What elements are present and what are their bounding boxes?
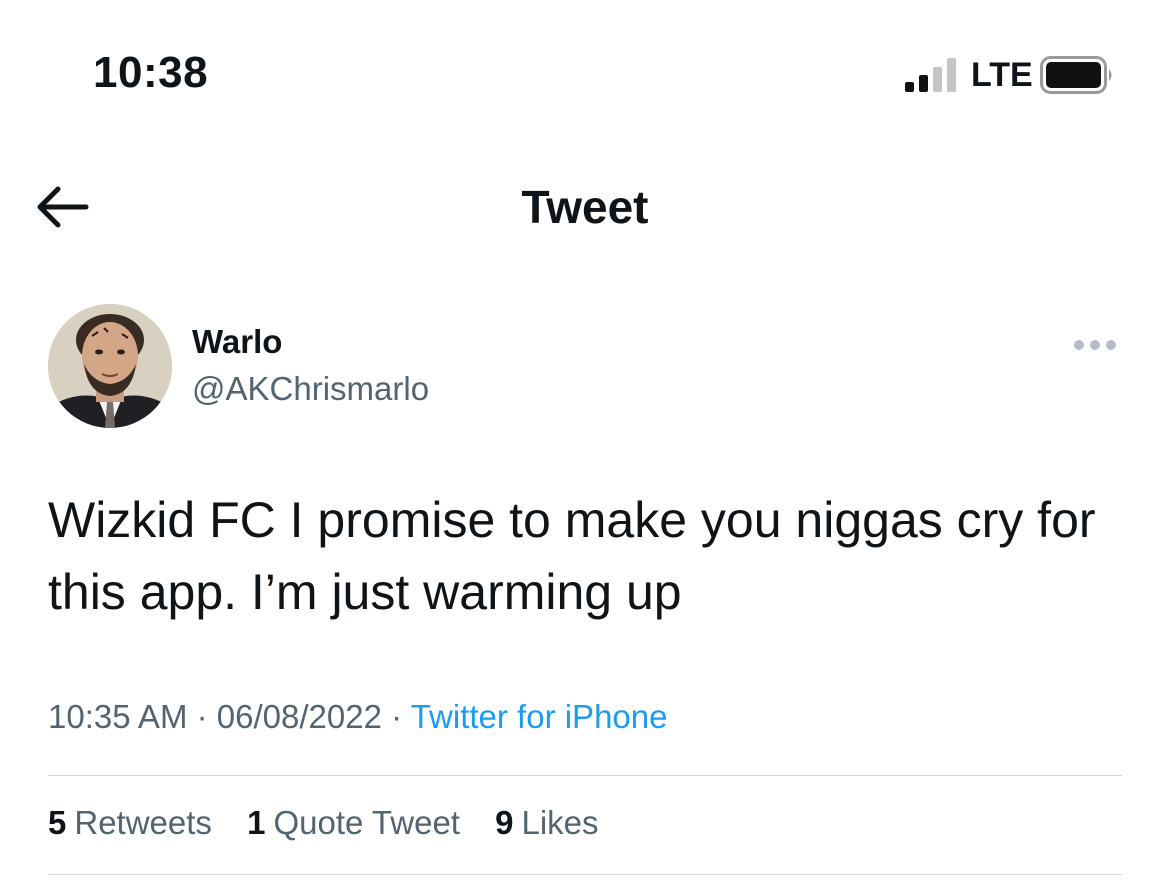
- tweet-meta: 10:35 AM · 06/08/2022 · Twitter for iPho…: [48, 698, 667, 736]
- more-options-icon[interactable]: [1070, 332, 1120, 358]
- tweet-date: 06/08/2022: [216, 698, 382, 735]
- tweet-stats: 5 Retweets 1 Quote Tweet 9 Likes: [48, 804, 625, 842]
- avatar[interactable]: [48, 304, 172, 428]
- tweet-time: 10:35 AM: [48, 698, 188, 735]
- likes-stat[interactable]: 9 Likes: [495, 804, 598, 841]
- divider: [48, 775, 1122, 776]
- retweets-count: 5: [48, 804, 67, 841]
- retweets-label: Retweets: [74, 804, 212, 841]
- signal-icon: [905, 58, 956, 92]
- battery-icon: [1040, 56, 1112, 94]
- author-display-name[interactable]: Warlo: [192, 323, 282, 361]
- meta-separator: ·: [391, 698, 403, 735]
- quotes-label: Quote Tweet: [273, 804, 460, 841]
- quote-tweets-stat[interactable]: 1 Quote Tweet: [247, 804, 460, 841]
- divider: [48, 874, 1122, 875]
- status-time: 10:38: [93, 48, 209, 97]
- retweets-stat[interactable]: 5 Retweets: [48, 804, 212, 841]
- tweet-source-link[interactable]: Twitter for iPhone: [411, 698, 668, 735]
- author-handle[interactable]: @AKChrismarlo: [192, 370, 429, 408]
- tweet-text: Wizkid FC I promise to make you niggas c…: [48, 492, 1096, 620]
- quotes-count: 1: [247, 804, 266, 841]
- meta-separator: ·: [196, 698, 208, 735]
- likes-label: Likes: [521, 804, 599, 841]
- likes-count: 9: [495, 804, 514, 841]
- network-type: LTE: [971, 56, 1033, 94]
- page-title: Tweet: [521, 181, 649, 233]
